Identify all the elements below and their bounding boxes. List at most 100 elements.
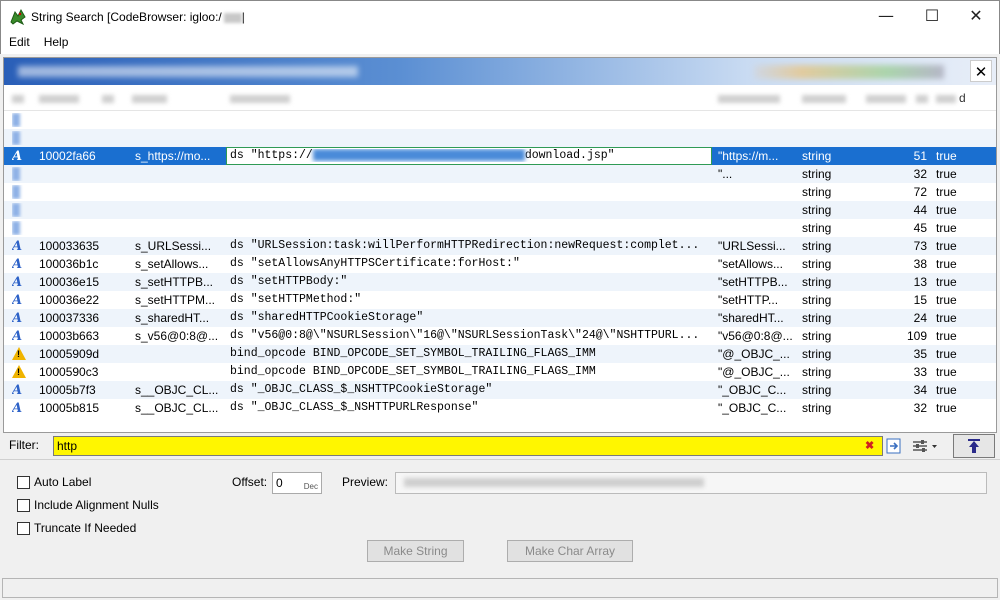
cell-is-valid: true (936, 275, 957, 289)
cell-label: s_setAllows... (135, 257, 209, 271)
cell-length: 13 (913, 275, 927, 289)
cell-length: 51 (913, 149, 927, 163)
cell-code: ds "_OBJC_CLASS_$_NSHTTPURLResponse" (230, 401, 479, 414)
maximize-button[interactable]: ☐ (909, 1, 955, 33)
string-icon: A (12, 383, 23, 398)
menu-help[interactable]: Help (44, 32, 69, 49)
cell-is-valid: true (936, 167, 957, 181)
include-alignment-nulls-checkbox[interactable]: Include Alignment Nulls (17, 498, 159, 512)
scroll-to-top-button[interactable] (953, 434, 995, 458)
redacted-icon (12, 167, 26, 181)
truncate-if-needed-checkbox[interactable]: Truncate If Needed (17, 521, 136, 535)
cell-value: "_OBJC_C... (718, 383, 787, 397)
offset-input[interactable]: 0 Dec (272, 472, 322, 494)
minimize-button[interactable]: — (863, 1, 909, 33)
cell-code: ds "URLSession:task:willPerformHTTPRedir… (230, 239, 700, 252)
string-icon: A (12, 401, 23, 416)
panel-close-icon[interactable]: ✕ (970, 60, 992, 82)
table-row[interactable]: string 72 true (4, 183, 996, 201)
table-row[interactable]: string 45 true (4, 219, 996, 237)
cell-value: "setHTTP... (718, 293, 779, 307)
make-char-array-button[interactable]: Make Char Array (507, 540, 633, 562)
cell-is-valid: true (936, 239, 957, 253)
title-bar: String Search [CodeBrowser: igloo:/| — ☐… (0, 0, 1000, 32)
cell-code: ds "https:// download.jsp" (230, 149, 712, 162)
string-icon: A (12, 329, 23, 344)
redacted-url (312, 149, 525, 161)
cell-address: 100036e15 (39, 275, 100, 289)
cell-type: string (802, 275, 832, 289)
filter-bar: Filter: ✖ (3, 433, 997, 459)
cell-address: 10005b7f3 (39, 383, 96, 397)
cell-type: string (802, 185, 832, 199)
string-icon: A (12, 293, 23, 308)
cell-address: 100036e22 (39, 293, 100, 307)
cell-type: string (802, 311, 832, 325)
cell-value: "sharedHT... (718, 311, 784, 325)
redacted-icon (12, 131, 26, 145)
cell-length: 109 (906, 329, 927, 343)
close-window-button[interactable]: ✕ (953, 1, 999, 33)
table-row[interactable]: A 10003b663 s_v56@0:8@... ds "v56@0:8@\"NSU… (4, 327, 996, 345)
auto-label-checkbox[interactable]: Auto Label (17, 475, 91, 489)
table-row[interactable]: 1000590c3 bind_opcode BIND_OPCODE_SET_SYM… (4, 363, 996, 381)
table-row[interactable]: A 100037336 s_sharedHT... ds "sharedHTTPCoo… (4, 309, 996, 327)
redacted-icon (12, 113, 26, 127)
table-row[interactable]: A 100033635 s_URLSessi... ds "URLSession:ta… (4, 237, 996, 255)
cell-is-valid: true (936, 149, 957, 163)
table-row[interactable]: "... string 32 true (4, 165, 996, 183)
cell-type: string (802, 221, 832, 235)
cell-address: 100036b1c (39, 257, 99, 271)
table-row[interactable] (4, 111, 996, 129)
cell-length: 73 (913, 239, 927, 253)
redacted-icon (12, 185, 26, 199)
cell-type: string (802, 383, 832, 397)
string-icon: A (12, 275, 23, 290)
cell-label: s__OBJC_CL... (135, 401, 219, 415)
arrow-up-icon (968, 439, 980, 453)
cell-value: "v56@0:8@... (718, 329, 793, 343)
cell-code-post: download.jsp" (524, 149, 615, 163)
cell-address: 10005b815 (39, 401, 100, 415)
table-row[interactable]: A 100036e22 s_setHTTPM... ds "setHTTPMethod… (4, 291, 996, 309)
cell-type: string (802, 329, 832, 343)
column-header-tail[interactable]: d (959, 91, 966, 105)
cell-length: 34 (913, 383, 927, 397)
table-row[interactable]: 10005909d bind_opcode BIND_OPCODE_SET_SYM… (4, 345, 996, 363)
cell-is-valid: true (936, 221, 957, 235)
panel-header: ✕ (4, 58, 996, 85)
cell-length: 35 (913, 347, 927, 361)
filter-options-icon[interactable] (911, 437, 939, 455)
cell-type: string (802, 257, 832, 271)
make-string-button[interactable]: Make String (367, 540, 464, 562)
cell-label: s_setHTTPB... (135, 275, 214, 289)
string-options-panel: Auto Label Include Alignment Nulls Trunc… (0, 459, 1000, 577)
preview-field (395, 472, 987, 494)
offset-label: Offset: (232, 475, 268, 489)
table-row[interactable]: A 100036e15 s_setHTTPB... ds "setHTTPBody:"… (4, 273, 996, 291)
offset-radix: Dec (303, 482, 318, 491)
cell-length: 44 (913, 203, 927, 217)
table-row[interactable] (4, 129, 996, 147)
cell-code: bind_opcode BIND_OPCODE_SET_SYMBOL_TRAIL… (230, 365, 596, 378)
cell-address: 10005909d (39, 347, 100, 361)
filter-input[interactable] (53, 436, 883, 456)
ghidra-dragon-icon (10, 8, 26, 26)
table-row[interactable]: A 10005b7f3 s__OBJC_CL... ds "_OBJC_CLASS_$… (4, 381, 996, 399)
table-row-selected[interactable]: A 10002fa66 s_https://mo... ds "https:// dow… (4, 147, 996, 165)
clear-filter-icon[interactable]: ✖ (865, 439, 874, 452)
cell-length: 15 (913, 293, 927, 307)
table-row[interactable]: A 10005b815 s__OBJC_CL... ds "_OBJC_CLASS_$… (4, 399, 996, 417)
menu-edit[interactable]: Edit (9, 32, 30, 49)
cell-type: string (802, 167, 832, 181)
cell-code-pre: ds "https:// (230, 149, 313, 163)
table-row[interactable]: A 100036b1c s_setAllows... ds "setAllowsAny… (4, 255, 996, 273)
table-column-header: d (4, 85, 996, 111)
cell-value: "setHTTPB... (718, 275, 788, 289)
cell-is-valid: true (936, 347, 957, 361)
cell-value: "https://m... (718, 149, 779, 163)
cell-value: "... (718, 167, 733, 181)
table-row[interactable]: string 44 true (4, 201, 996, 219)
filter-export-icon[interactable] (885, 437, 903, 455)
include-alignment-nulls-text: Include Alignment Nulls (34, 498, 159, 512)
